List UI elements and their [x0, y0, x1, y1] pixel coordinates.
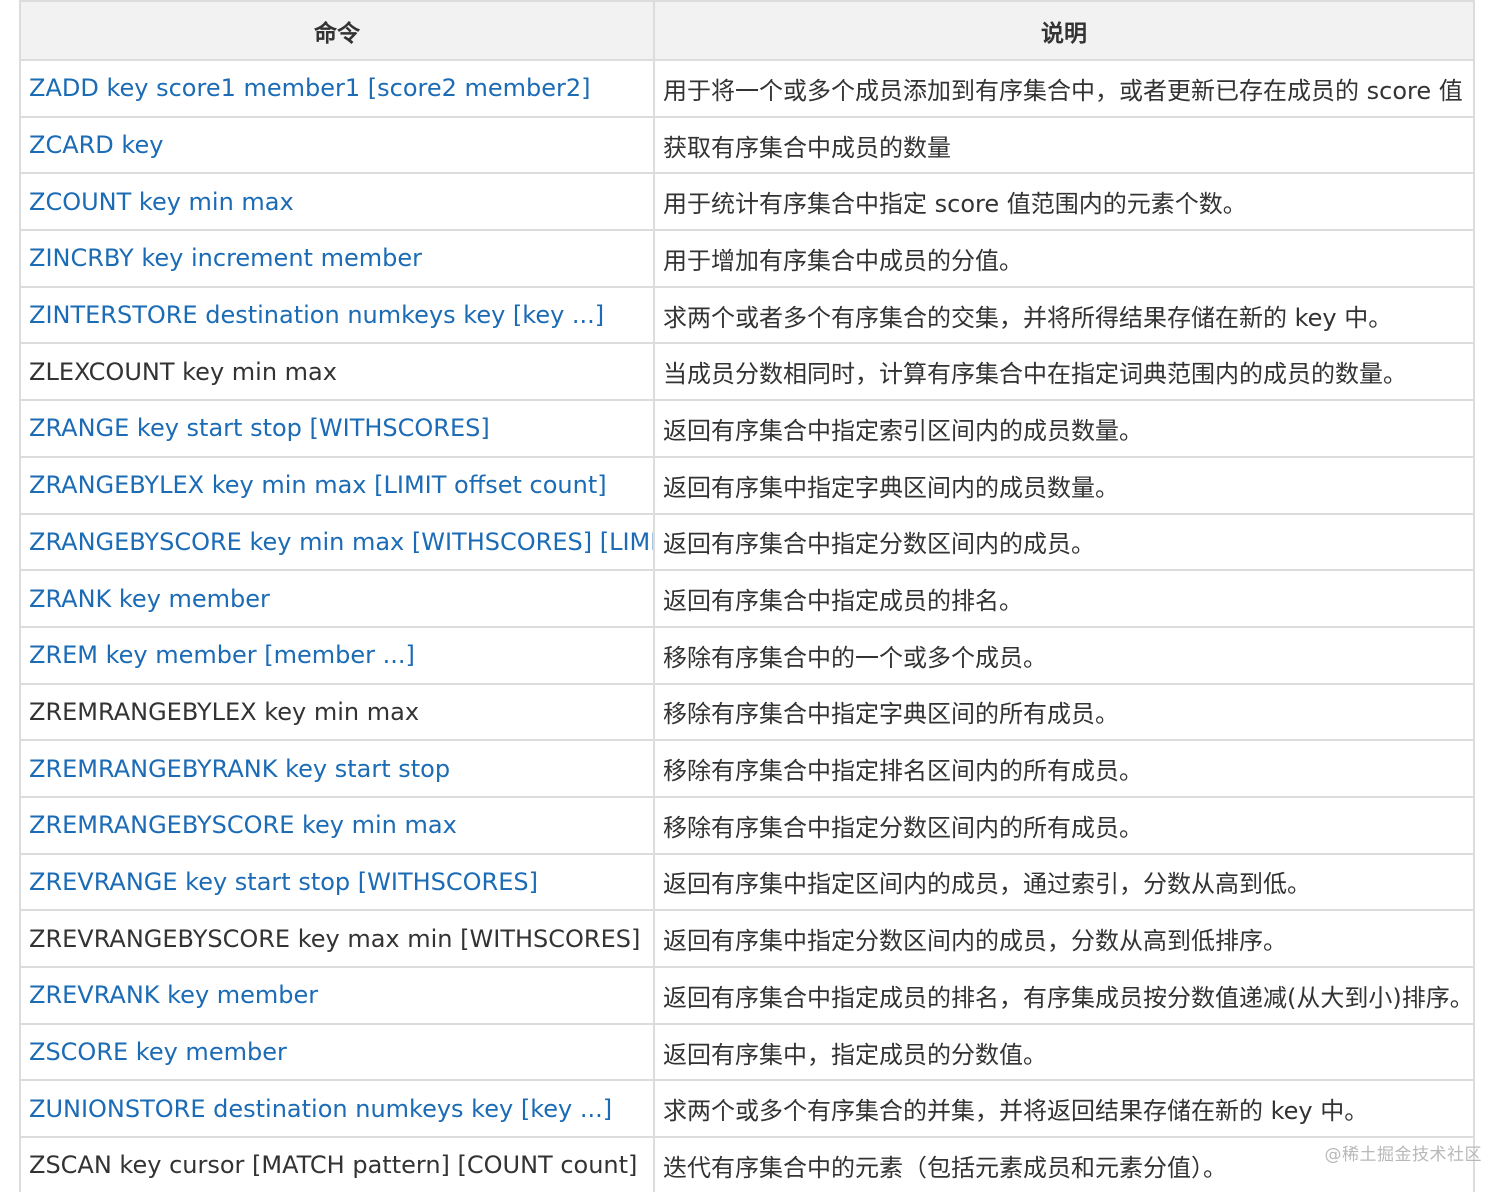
- description-cell: 返回有序集中指定字典区间内的成员数量。: [653, 455, 1475, 515]
- table-row: ZUNIONSTORE destination numkeys key [key…: [19, 1079, 1475, 1139]
- table-row: ZCARD key 获取有序集合中成员的数量: [19, 115, 1475, 175]
- description-cell: 用于将一个或多个成员添加到有序集合中，或者更新已存在成员的 score 值: [653, 59, 1475, 118]
- command-cell: ZSCAN key cursor [MATCH pattern] [COUNT …: [19, 1136, 655, 1192]
- description-cell: 移除有序集合中指定排名区间内的所有成员。: [653, 739, 1475, 798]
- description-cell: 移除有序集合中的一个或多个成员。: [653, 625, 1475, 685]
- command-link[interactable]: ZREMRANGEBYSCORE key min max: [29, 811, 457, 839]
- command-link[interactable]: ZCARD key: [29, 131, 163, 159]
- command-cell: ZCARD key: [19, 115, 655, 175]
- description-cell: 当成员分数相同时，计算有序集合中在指定词典范围内的成员的数量。: [653, 342, 1475, 402]
- table-row: ZREMRANGEBYRANK key start stop 移除有序集合中指定排…: [19, 739, 1475, 798]
- command-link[interactable]: ZREM key member [member ...]: [29, 641, 415, 669]
- table-row: ZRANGE key start stop [WITHSCORES] 返回有序集合…: [19, 399, 1475, 458]
- command-link[interactable]: ZRANGEBYLEX key min max [LIMIT offset co…: [29, 471, 607, 499]
- table-row: ZRANGEBYSCORE key min max [WITHSCORES] […: [19, 512, 1475, 572]
- command-cell: ZINTERSTORE destination numkeys key [key…: [19, 285, 655, 345]
- description-cell: 返回有序集中，指定成员的分数值。: [653, 1022, 1475, 1082]
- command-text: ZSCAN key cursor [MATCH pattern] [COUNT …: [29, 1151, 638, 1180]
- command-link[interactable]: ZREVRANGE key start stop [WITHSCORES]: [29, 868, 538, 896]
- table-header-row: 命令 说明: [19, 0, 1475, 61]
- description-cell: 求两个或多个有序集合的并集，并将返回结果存储在新的 key 中。: [653, 1079, 1475, 1139]
- command-link[interactable]: ZREMRANGEBYRANK key start stop: [29, 755, 450, 783]
- command-cell: ZRANK key member: [19, 569, 655, 628]
- command-text: ZREVRANGEBYSCORE key max min [WITHSCORES…: [29, 924, 641, 953]
- command-cell: ZREMRANGEBYLEX key min max: [19, 682, 655, 742]
- command-cell: ZUNIONSTORE destination numkeys key [key…: [19, 1079, 655, 1139]
- table-body: ZADD key score1 member1 [score2 member2]…: [19, 59, 1475, 1192]
- command-cell: ZRANGEBYLEX key min max [LIMIT offset co…: [19, 455, 655, 515]
- command-cell: ZREVRANGEBYSCORE key max min [WITHSCORES…: [19, 909, 655, 968]
- page: 命令 说明 ZADD key score1 member1 [score2 me…: [0, 0, 1512, 1192]
- description-cell: 获取有序集合中成员的数量: [653, 115, 1475, 175]
- table-row: ZREVRANGE key start stop [WITHSCORES] 返回有…: [19, 852, 1475, 912]
- table-row: ZLEXCOUNT key min max 当成员分数相同时，计算有序集合中在指定…: [19, 342, 1475, 402]
- description-cell: 用于统计有序集合中指定 score 值范围内的元素个数。: [653, 172, 1475, 232]
- command-link[interactable]: ZRANK key member: [29, 585, 270, 613]
- description-cell: 求两个或者多个有序集合的交集，并将所得结果存储在新的 key 中。: [653, 285, 1475, 345]
- command-cell: ZREM key member [member ...]: [19, 625, 655, 685]
- command-link[interactable]: ZINTERSTORE destination numkeys key [key…: [29, 301, 604, 329]
- table-row: ZREVRANK key member 返回有序集合中指定成员的排名，有序集成员按…: [19, 966, 1475, 1025]
- command-link[interactable]: ZCOUNT key min max: [29, 188, 294, 216]
- command-cell: ZRANGE key start stop [WITHSCORES]: [19, 399, 655, 458]
- table-row: ZRANK key member 返回有序集合中指定成员的排名。: [19, 569, 1475, 628]
- description-cell: 返回有序集合中指定索引区间内的成员数量。: [653, 399, 1475, 458]
- description-cell: 用于增加有序集合中成员的分值。: [653, 229, 1475, 288]
- description-cell: 返回有序集合中指定分数区间内的成员。: [653, 512, 1475, 572]
- description-cell: 返回有序集合中指定成员的排名。: [653, 569, 1475, 628]
- watermark: @稀土掘金技术社区: [1324, 1145, 1482, 1165]
- description-cell: 移除有序集合中指定分数区间内的所有成员。: [653, 795, 1475, 855]
- table-row: ZREMRANGEBYLEX key min max 移除有序集合中指定字典区间的…: [19, 682, 1475, 742]
- command-link[interactable]: ZRANGEBYSCORE key min max [WITHSCORES] […: [29, 528, 652, 556]
- command-text: ZLEXCOUNT key min max: [29, 357, 337, 386]
- command-link[interactable]: ZUNIONSTORE destination numkeys key [key…: [29, 1095, 612, 1123]
- table-row: ZCOUNT key min max 用于统计有序集合中指定 score 值范围内…: [19, 172, 1475, 232]
- command-link[interactable]: ZREVRANK key member: [29, 981, 318, 1009]
- command-cell: ZLEXCOUNT key min max: [19, 342, 655, 402]
- command-link[interactable]: ZRANGE key start stop [WITHSCORES]: [29, 414, 490, 442]
- command-cell: ZRANGEBYSCORE key min max [WITHSCORES] […: [19, 512, 655, 572]
- description-cell: 返回有序集中指定区间内的成员，通过索引，分数从高到低。: [653, 852, 1475, 912]
- command-cell: ZREMRANGEBYSCORE key min max: [19, 795, 655, 855]
- command-link[interactable]: ZINCRBY key increment member: [29, 244, 422, 272]
- command-text: ZREMRANGEBYLEX key min max: [29, 697, 420, 726]
- table-row: ZINTERSTORE destination numkeys key [key…: [19, 285, 1475, 345]
- command-link[interactable]: ZSCORE key member: [29, 1038, 287, 1066]
- header-description: 说明: [653, 0, 1475, 61]
- command-cell: ZREMRANGEBYRANK key start stop: [19, 739, 655, 798]
- command-table: 命令 说明 ZADD key score1 member1 [score2 me…: [19, 0, 1475, 1192]
- table-row: ZREMRANGEBYSCORE key min max 移除有序集合中指定分数区…: [19, 795, 1475, 855]
- command-cell: ZREVRANGE key start stop [WITHSCORES]: [19, 852, 655, 912]
- description-cell: 返回有序集合中指定成员的排名，有序集成员按分数值递减(从大到小)排序。: [653, 966, 1475, 1025]
- table-row: ZREVRANGEBYSCORE key max min [WITHSCORES…: [19, 909, 1475, 968]
- description-cell: 移除有序集合中指定字典区间的所有成员。: [653, 682, 1475, 742]
- command-cell: ZINCRBY key increment member: [19, 229, 655, 288]
- description-cell: 返回有序集中指定分数区间内的成员，分数从高到低排序。: [653, 909, 1475, 968]
- command-cell: ZREVRANK key member: [19, 966, 655, 1025]
- command-cell: ZCOUNT key min max: [19, 172, 655, 232]
- table-row: ZADD key score1 member1 [score2 member2]…: [19, 59, 1475, 118]
- table-row: ZSCORE key member 返回有序集中，指定成员的分数值。: [19, 1022, 1475, 1082]
- command-cell: ZADD key score1 member1 [score2 member2]: [19, 59, 655, 118]
- command-link[interactable]: ZADD key score1 member1 [score2 member2]: [29, 74, 591, 102]
- table-row: ZREM key member [member ...] 移除有序集合中的一个或多…: [19, 625, 1475, 685]
- header-command: 命令: [19, 0, 655, 61]
- table-row: ZRANGEBYLEX key min max [LIMIT offset co…: [19, 455, 1475, 515]
- command-cell: ZSCORE key member: [19, 1022, 655, 1082]
- table-row: ZSCAN key cursor [MATCH pattern] [COUNT …: [19, 1136, 1475, 1192]
- table-row: ZINCRBY key increment member 用于增加有序集合中成员的…: [19, 229, 1475, 288]
